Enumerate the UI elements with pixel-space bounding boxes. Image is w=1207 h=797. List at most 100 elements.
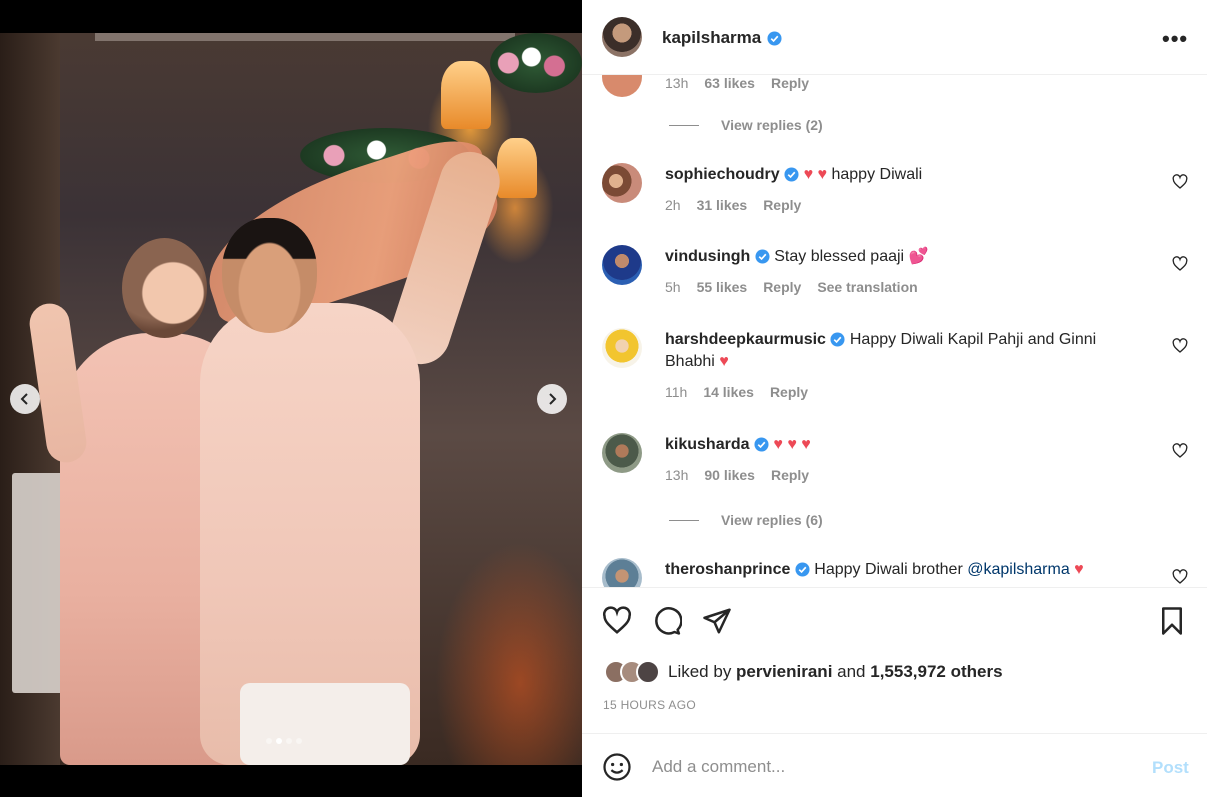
commenter-avatar[interactable] [602, 163, 642, 203]
comments-list[interactable]: 13h 63 likes Reply View replies (2) soph… [582, 75, 1207, 587]
comment-likes[interactable]: 14 likes [703, 384, 754, 400]
carousel-dot [286, 738, 292, 744]
comment-bubble-icon[interactable] [652, 606, 682, 636]
photo-man-head [222, 218, 317, 333]
comment-text: Stay blessed paaji [774, 248, 905, 265]
comment-text: happy Diwali [831, 166, 923, 183]
post-details-panel: kapilsharma ••• 13h 63 likes Reply View … [582, 0, 1207, 797]
view-replies-label[interactable]: View replies (6) [721, 512, 823, 528]
comment-meta: 11h 14 likes Reply [665, 384, 808, 400]
comment-meta: 5h 55 likes Reply See translation [665, 279, 918, 295]
comment-like-heart-icon[interactable] [1172, 338, 1188, 354]
comment-age: 5h [665, 279, 681, 295]
photo-lamp [497, 138, 537, 198]
chevron-left-icon [20, 393, 28, 405]
carousel-dot [266, 738, 272, 744]
carousel-prev-button[interactable] [10, 384, 40, 414]
comment-likes[interactable]: 63 likes [704, 75, 755, 91]
liker-username[interactable]: pervienirani [736, 662, 832, 682]
carousel-dot [276, 738, 282, 744]
view-replies-button[interactable]: View replies (2) [669, 117, 823, 133]
likes-count[interactable]: 1,553,972 others [870, 662, 1002, 682]
comment-text: Happy Diwali brother [814, 561, 968, 578]
comment-age: 2h [665, 197, 681, 213]
photo-woman-head [122, 238, 207, 338]
heart-emoji: ♥ [719, 353, 729, 370]
comment-likes[interactable]: 31 likes [697, 197, 748, 213]
comment-meta: 13h 63 likes Reply [665, 75, 809, 91]
comment-like-heart-icon[interactable] [1172, 256, 1188, 272]
photo-ceiling [95, 33, 515, 41]
liked-by-row: Liked by pervienirani and 1,553,972 othe… [604, 660, 1003, 684]
reply-button[interactable]: Reply [771, 467, 809, 483]
emoji-smiley-icon[interactable] [602, 752, 632, 782]
post-actions: Liked by pervienirani and 1,553,972 othe… [582, 587, 1207, 733]
commenter-avatar[interactable] [602, 328, 642, 368]
add-comment-bar: Post [582, 733, 1207, 797]
comment-username[interactable]: kikusharda [665, 436, 749, 453]
comment-body: harshdeepkaurmusic Happy Diwali Kapil Pa… [665, 329, 1135, 373]
comment-like-heart-icon[interactable] [1172, 569, 1188, 585]
post-timestamp[interactable]: 15 HOURS AGO [603, 698, 696, 712]
view-replies-label[interactable]: View replies (2) [721, 117, 823, 133]
post-media [0, 0, 582, 797]
heart-emoji: ♥ ♥ [803, 166, 832, 183]
comment-body: sophiechoudry ♥ ♥ happy Diwali [665, 164, 1135, 186]
verified-badge-icon [755, 249, 770, 264]
post-header: kapilsharma ••• [582, 0, 1207, 75]
reply-button[interactable]: Reply [763, 279, 801, 295]
comment-body: theroshanprince Happy Diwali brother @ka… [665, 559, 1135, 581]
comment-body: vindusingh Stay blessed paaji 💕 [665, 246, 1135, 268]
verified-badge-icon [830, 332, 845, 347]
reply-button[interactable]: Reply [763, 197, 801, 213]
comment-age: 13h [665, 75, 689, 91]
comment-body: kikusharda ♥ ♥ ♥ [665, 434, 1135, 456]
mention-link[interactable]: @kapilsharma [967, 561, 1070, 578]
paper-plane-icon[interactable] [702, 606, 732, 636]
comment-likes[interactable]: 90 likes [704, 467, 755, 483]
comment-age: 13h [665, 467, 689, 483]
carousel-dot [296, 738, 302, 744]
comment-age: 11h [665, 384, 688, 400]
bookmark-icon[interactable] [1157, 606, 1187, 636]
comment-username[interactable]: vindusingh [665, 248, 750, 265]
comment-input[interactable] [652, 752, 1112, 782]
carousel-next-button[interactable] [537, 384, 567, 414]
view-replies-line [669, 519, 699, 521]
commenter-avatar[interactable] [602, 245, 642, 285]
author-username-text[interactable]: kapilsharma [662, 28, 761, 48]
liked-by-joiner: and [832, 662, 871, 681]
post-photo[interactable] [0, 33, 582, 765]
liker-avatars[interactable] [604, 660, 660, 684]
photo-lamp [441, 61, 491, 129]
reply-button[interactable]: Reply [770, 384, 808, 400]
two-hearts-emoji: 💕 [908, 248, 929, 265]
comment-meta: 13h 90 likes Reply [665, 467, 809, 483]
verified-badge-icon [754, 437, 769, 452]
author-username[interactable]: kapilsharma [662, 28, 782, 48]
comment-like-heart-icon[interactable] [1172, 443, 1188, 459]
comment-like-heart-icon[interactable] [1172, 174, 1188, 190]
post-comment-button[interactable]: Post [1152, 758, 1189, 778]
reply-button[interactable]: Reply [771, 75, 809, 91]
view-replies-line [669, 124, 699, 126]
author-avatar[interactable] [602, 17, 642, 57]
carousel-dots [266, 738, 302, 744]
more-options-button[interactable]: ••• [1162, 26, 1188, 52]
liked-by-prefix: Liked by [668, 662, 737, 681]
verified-badge-icon [767, 30, 782, 46]
view-replies-button[interactable]: View replies (6) [669, 512, 823, 528]
comment-username[interactable]: theroshanprince [665, 561, 790, 578]
see-translation-button[interactable]: See translation [817, 279, 917, 295]
verified-badge-icon [795, 562, 810, 577]
comment-likes[interactable]: 55 likes [697, 279, 748, 295]
commenter-avatar[interactable] [602, 75, 642, 97]
heart-emojis: ♥ ♥ ♥ [773, 436, 811, 453]
comment-username[interactable]: harshdeepkaurmusic [665, 331, 826, 348]
commenter-avatar[interactable] [602, 433, 642, 473]
like-heart-icon[interactable] [602, 606, 632, 636]
liker-avatar [636, 660, 660, 684]
comment-meta: 2h 31 likes Reply [665, 197, 801, 213]
commenter-avatar[interactable] [602, 558, 642, 587]
comment-username[interactable]: sophiechoudry [665, 166, 780, 183]
